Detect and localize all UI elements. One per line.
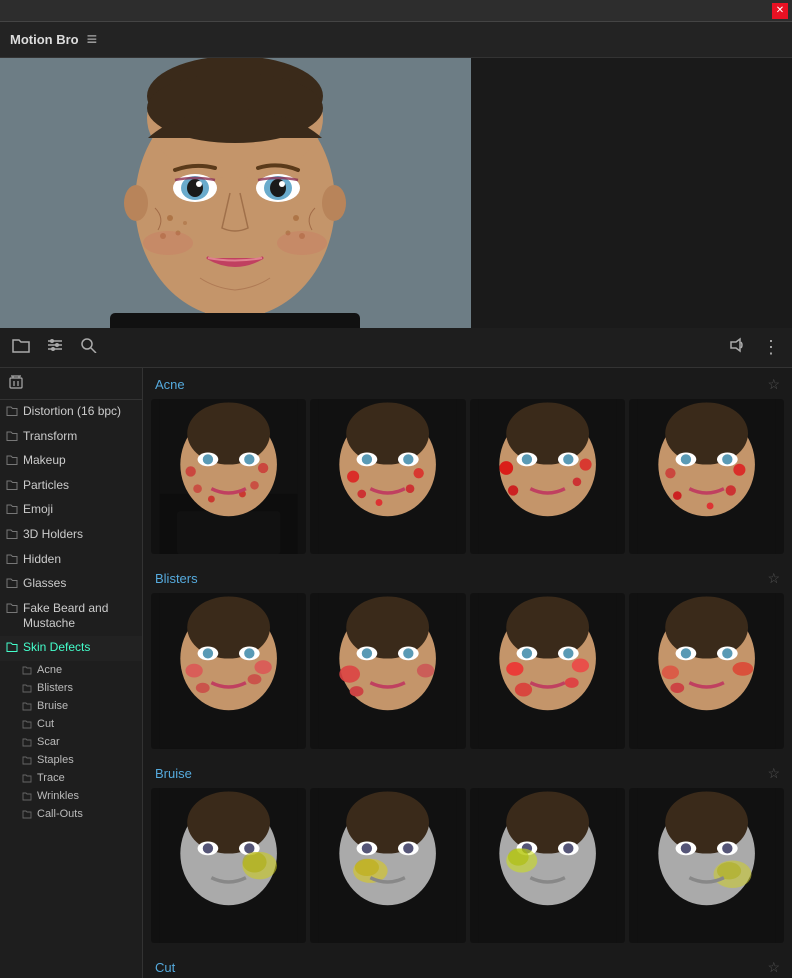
folder-icon: [6, 577, 18, 593]
category-acne: Acne ☆: [143, 368, 792, 562]
menu-icon[interactable]: ≡: [87, 29, 98, 50]
delete-icon[interactable]: [8, 377, 24, 393]
sidebar-item-fake-beard[interactable]: Fake Beard and Mustache: [0, 597, 142, 636]
category-title: Bruise: [155, 766, 192, 781]
search-icon[interactable]: [76, 333, 102, 362]
sub-item-bruise[interactable]: Bruise: [0, 697, 142, 715]
sidebar-item-label: Skin Defects: [23, 640, 90, 656]
sidebar-item-label: Distortion (16 bpc): [23, 404, 121, 420]
sub-item-label: Trace: [37, 772, 65, 784]
thumb-blister-3[interactable]: [470, 593, 625, 748]
sub-item-trace[interactable]: Trace: [0, 769, 142, 787]
sidebar-item-distortion[interactable]: Distortion (16 bpc): [0, 400, 142, 425]
sidebar-item-label: Fake Beard and Mustache: [23, 601, 136, 632]
sub-item-acne[interactable]: Acne: [0, 661, 142, 679]
category-header-acne: Acne ☆: [143, 368, 792, 399]
folder-icon[interactable]: [8, 333, 34, 362]
sidebar-item-particles[interactable]: Particles: [0, 474, 142, 499]
content-panel: Acne ☆: [143, 368, 792, 978]
acne-thumb-grid: [143, 399, 792, 562]
sub-item-label: Cut: [37, 718, 54, 730]
sidebar-item-label: Makeup: [23, 453, 66, 469]
folder-icon: [6, 405, 18, 421]
thumb-bruise-4[interactable]: [629, 788, 784, 943]
sub-item-label: Bruise: [37, 700, 68, 712]
main-content: Distortion (16 bpc) Transform Makeup Par…: [0, 368, 792, 978]
thumb-blister-1[interactable]: [151, 593, 306, 748]
sub-item-staples[interactable]: Staples: [0, 751, 142, 769]
sub-item-label: Staples: [37, 754, 74, 766]
folder-icon: [6, 553, 18, 569]
category-cut: Cut ☆: [143, 951, 792, 978]
sub-item-label: Call-Outs: [37, 808, 83, 820]
blisters-thumb-grid: [143, 593, 792, 756]
sub-item-scar[interactable]: Scar: [0, 733, 142, 751]
star-icon[interactable]: ☆: [767, 570, 780, 587]
star-icon[interactable]: ☆: [767, 765, 780, 782]
more-options-icon[interactable]: ⋮: [758, 333, 784, 362]
category-title: Acne: [155, 377, 185, 392]
thumb-acne-3[interactable]: [470, 399, 625, 554]
sub-item-callouts[interactable]: Call-Outs: [0, 805, 142, 823]
folder-icon: [6, 503, 18, 519]
category-blisters: Blisters ☆: [143, 562, 792, 756]
sidebar-item-label: Hidden: [23, 552, 61, 568]
app-title: Motion Bro: [10, 32, 79, 47]
sidebar-item-label: Glasses: [23, 576, 66, 592]
sub-item-label: Blisters: [37, 682, 73, 694]
sidebar-item-emoji[interactable]: Emoji: [0, 498, 142, 523]
sub-item-cut[interactable]: Cut: [0, 715, 142, 733]
toolbar: ⋮: [0, 328, 792, 368]
folder-icon: [6, 602, 18, 618]
sidebar-item-glasses[interactable]: Glasses: [0, 572, 142, 597]
category-title: Cut: [155, 960, 175, 975]
thumb-acne-4[interactable]: [629, 399, 784, 554]
sub-item-label: Acne: [37, 664, 62, 676]
sidebar-item-hidden[interactable]: Hidden: [0, 548, 142, 573]
sub-item-blisters[interactable]: Blisters: [0, 679, 142, 697]
star-icon[interactable]: ☆: [767, 376, 780, 393]
thumb-bruise-3[interactable]: [470, 788, 625, 943]
thumb-acne-2[interactable]: [310, 399, 465, 554]
sub-item-label: Scar: [37, 736, 60, 748]
thumb-acne-1[interactable]: [151, 399, 306, 554]
delete-row: [0, 368, 142, 400]
thumb-bruise-1[interactable]: [151, 788, 306, 943]
folder-icon: [6, 641, 18, 657]
bruise-thumb-grid: [143, 788, 792, 951]
sidebar-item-transform[interactable]: Transform: [0, 425, 142, 450]
folder-icon: [6, 528, 18, 544]
sliders-icon[interactable]: [42, 333, 68, 362]
sidebar: Distortion (16 bpc) Transform Makeup Par…: [0, 368, 143, 978]
sub-item-wrinkles[interactable]: Wrinkles: [0, 787, 142, 805]
sidebar-item-skin-defects[interactable]: Skin Defects: [0, 636, 142, 661]
sidebar-item-label: Emoji: [23, 502, 53, 518]
sub-item-label: Wrinkles: [37, 790, 79, 802]
sidebar-item-label: Particles: [23, 478, 69, 494]
folder-icon: [6, 479, 18, 495]
preview-area: [0, 58, 471, 328]
titlebar: ✕: [0, 0, 792, 22]
sidebar-item-3d-holders[interactable]: 3D Holders: [0, 523, 142, 548]
category-bruise: Bruise ☆: [143, 757, 792, 951]
thumb-blister-2[interactable]: [310, 593, 465, 748]
category-header-bruise: Bruise ☆: [143, 757, 792, 788]
thumb-blister-4[interactable]: [629, 593, 784, 748]
thumb-bruise-2[interactable]: [310, 788, 465, 943]
sidebar-item-makeup[interactable]: Makeup: [0, 449, 142, 474]
category-header-blisters: Blisters ☆: [143, 562, 792, 593]
star-icon[interactable]: ☆: [767, 959, 780, 976]
sidebar-item-label: 3D Holders: [23, 527, 83, 543]
app-header: Motion Bro ≡: [0, 22, 792, 58]
close-button[interactable]: ✕: [772, 3, 788, 19]
category-header-cut: Cut ☆: [143, 951, 792, 978]
folder-icon: [6, 430, 18, 446]
category-title: Blisters: [155, 571, 198, 586]
volume-icon[interactable]: [724, 333, 750, 362]
sidebar-item-label: Transform: [23, 429, 77, 445]
folder-icon: [6, 454, 18, 470]
